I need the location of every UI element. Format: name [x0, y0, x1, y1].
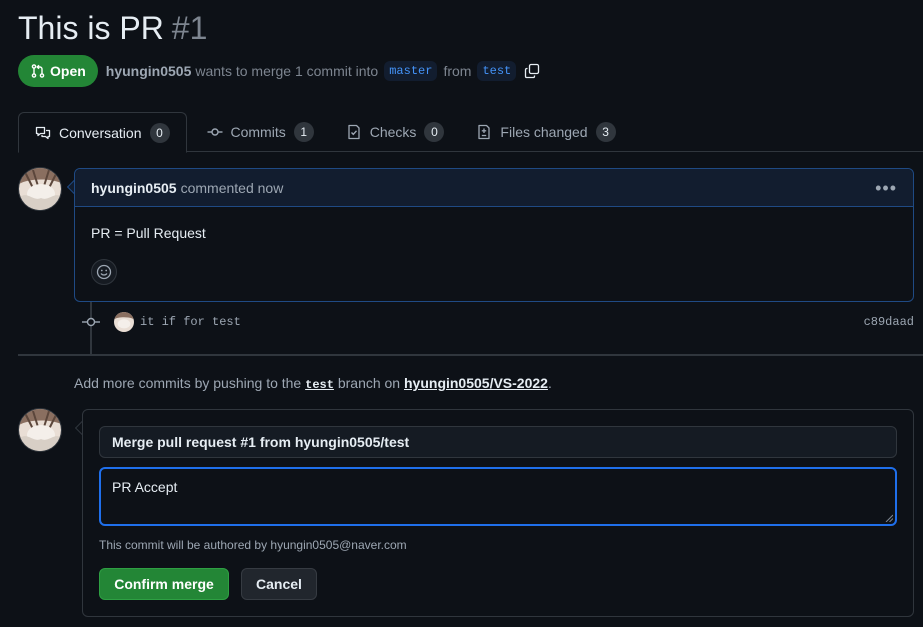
hint-middle: branch on — [337, 375, 401, 391]
hint-repo-link[interactable]: hyungin0505/VS-2022 — [404, 375, 548, 391]
tab-label: Files changed — [500, 124, 588, 140]
comment-body: PR = Pull Request — [91, 225, 206, 241]
commit-message[interactable]: it if for test — [140, 315, 241, 329]
merge-form: PR Accept This commit will be authored b… — [82, 409, 914, 617]
merge-message-textarea[interactable]: PR Accept — [99, 467, 897, 526]
commit-sha[interactable]: c89daad — [864, 315, 914, 329]
tab-counter: 0 — [424, 122, 445, 142]
avatar[interactable] — [18, 167, 62, 211]
tab-counter: 3 — [595, 122, 616, 142]
comment-author[interactable]: hyungin0505 — [91, 180, 177, 196]
comment-header: hyungin0505 commented now ••• — [75, 169, 913, 207]
conversation-icon — [35, 126, 51, 139]
confirm-merge-button[interactable]: Confirm merge — [99, 568, 229, 600]
copy-branch-button[interactable] — [524, 63, 540, 79]
page-title: This is PR #1 — [18, 10, 207, 47]
avatar[interactable] — [18, 408, 62, 452]
checks-icon — [348, 124, 360, 140]
merge-title-input[interactable] — [99, 426, 897, 458]
tab-label: Conversation — [59, 124, 142, 141]
copy-icon — [525, 63, 540, 79]
head-branch[interactable]: test — [477, 61, 517, 81]
file-diff-icon — [478, 124, 491, 140]
hint-prefix: Add more commits by pushing to the — [74, 375, 302, 391]
commit-icon — [82, 317, 100, 327]
cancel-button[interactable]: Cancel — [241, 568, 317, 600]
avatar-image — [19, 168, 61, 210]
tab-checks[interactable]: Checks 0 — [330, 112, 461, 152]
hint-suffix: . — [547, 375, 552, 391]
smiley-icon — [96, 264, 112, 280]
pr-summary-text: wants to merge 1 commit into — [195, 63, 379, 79]
timeline-commit: it if for test c89daad — [80, 309, 914, 335]
tab-files-changed[interactable]: Files changed 3 — [460, 112, 631, 152]
pull-request-icon — [31, 64, 45, 78]
authored-note: This commit will be authored by hyungin0… — [99, 538, 407, 552]
commit-author-avatar[interactable] — [114, 312, 134, 332]
avatar-image — [19, 409, 61, 451]
tab-conversation[interactable]: Conversation 0 — [18, 112, 187, 153]
commit-icon — [207, 128, 222, 136]
tab-label: Commits — [230, 124, 286, 140]
pr-state-row: Open hyungin0505 wants to merge 1 commit… — [18, 55, 540, 87]
tab-counter: 0 — [149, 122, 170, 143]
tab-commits[interactable]: Commits 1 — [191, 112, 330, 152]
kebab-menu-icon[interactable]: ••• — [875, 179, 897, 197]
tab-label: Checks — [369, 124, 417, 140]
pr-title: This is PR — [18, 10, 164, 46]
comment-timestamp[interactable]: commented now — [181, 180, 284, 196]
pr-number: #1 — [171, 10, 208, 46]
from-text: from — [443, 63, 472, 79]
base-branch[interactable]: master — [384, 61, 438, 81]
hint-branch[interactable]: test — [305, 378, 334, 392]
status-badge: Open — [18, 55, 98, 87]
comment-card: hyungin0505 commented now ••• PR = Pull … — [74, 168, 914, 302]
tab-counter: 1 — [293, 122, 314, 142]
status-label: Open — [50, 63, 86, 79]
resize-grip-icon[interactable] — [885, 514, 893, 522]
add-reaction-button[interactable] — [91, 259, 117, 285]
pr-tabs: Conversation 0 Commits 1 Checks 0 Files … — [18, 112, 923, 153]
push-hint: Add more commits by pushing to the test … — [74, 375, 552, 392]
pr-author-link[interactable]: hyungin0505 — [106, 63, 192, 79]
timeline-divider — [18, 354, 923, 356]
